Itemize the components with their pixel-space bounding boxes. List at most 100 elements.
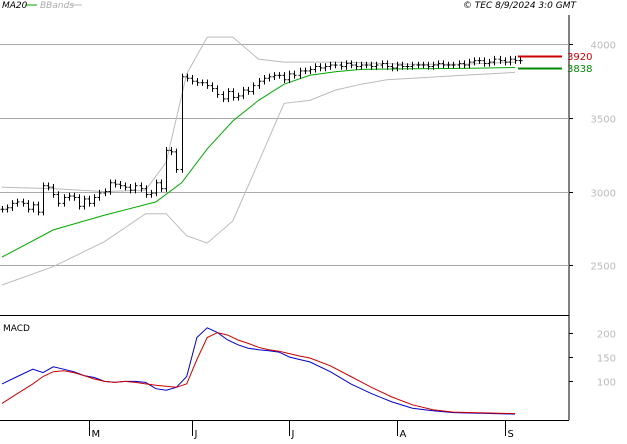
ohlc-bar (169, 147, 174, 156)
ohlc-bar (41, 182, 46, 216)
ohlc-bar (395, 61, 400, 72)
legend-ma20: MA20 (2, 1, 28, 11)
macd-tick-label: 150 (597, 354, 616, 365)
ohlc-bar (503, 57, 508, 66)
ohlc-bar (416, 61, 421, 69)
ohlc-bar (446, 61, 451, 69)
ohlc-bar (56, 191, 61, 207)
ohlc-bar (159, 179, 164, 192)
ohlc-bar (241, 86, 246, 100)
ohlc-bar (123, 182, 128, 191)
ohlc-bar (195, 77, 200, 86)
ohlc-bar (513, 55, 518, 64)
ohlc-bar (82, 195, 87, 210)
ohlc-bar (267, 73, 272, 82)
x-tick-label: J (194, 429, 198, 440)
ohlc-bar (128, 183, 133, 194)
ohlc-bar (303, 67, 308, 75)
ohlc-bar (205, 79, 210, 89)
ohlc-bar (339, 61, 344, 70)
ohlc-bar (308, 66, 313, 75)
ohlc-bar (62, 194, 67, 207)
ohlc-bar (210, 82, 215, 92)
macd-panel-label: MACD (3, 324, 30, 334)
macd-signal-line (1, 332, 516, 415)
copyright-text: © TEC 8/9/2024 3:0 GMT (463, 1, 578, 11)
bbands-lower-line (1, 71, 516, 286)
ohlc-bars (0, 55, 523, 216)
ohlc-bar (492, 55, 497, 66)
x-tick-label: J (291, 429, 295, 440)
ohlc-bar (118, 180, 123, 189)
ohlc-bar (15, 198, 20, 207)
x-tick-label: A (400, 429, 407, 440)
ohlc-bar (31, 201, 36, 213)
ohlc-bar (236, 92, 241, 101)
price-series (1, 36, 562, 286)
price-tick-label: 2500 (591, 262, 616, 273)
macd-macd-line (1, 327, 516, 415)
ohlc-bar (190, 75, 195, 85)
ohlc-bar (46, 182, 51, 191)
ohlc-bar (92, 194, 97, 207)
ohlc-bar (272, 72, 277, 81)
price-tick-label: 3000 (591, 189, 616, 200)
ohlc-bar (246, 86, 251, 95)
ohlc-bar (333, 61, 338, 69)
macd-series (1, 327, 516, 415)
legend: MA20 BBands (2, 1, 82, 11)
ohlc-bar (349, 60, 354, 69)
ohlc-bar (72, 192, 77, 201)
ohlc-bar (380, 60, 385, 69)
ohlc-bar (298, 67, 303, 79)
bbands-upper-line (1, 36, 516, 193)
ohlc-bar (292, 70, 297, 79)
ohlc-bar (36, 201, 41, 216)
ohlc-bar (113, 179, 118, 188)
macd-tick-label: 200 (597, 330, 616, 341)
ohlc-bar (221, 91, 226, 103)
price-tick-label: 4000 (591, 41, 616, 52)
ohlc-bar (508, 55, 513, 66)
ohlc-bar (313, 63, 318, 73)
ohlc-bar (323, 63, 328, 72)
axis-ticks (89, 44, 573, 436)
price-marker-label: 3838 (567, 64, 592, 75)
ohlc-bar (133, 182, 138, 194)
axis-labels: 2500 3000 3500 4000 100 150 200 M J J A S 39203838 (92, 41, 617, 441)
ohlc-bar (0, 206, 5, 213)
ohlc-bar (421, 61, 426, 69)
ohlc-bar (226, 88, 231, 103)
ohlc-bar (67, 192, 72, 201)
ohlc-bar (344, 60, 349, 70)
ohlc-bar (287, 70, 292, 83)
ohlc-bar (77, 194, 82, 210)
ohlc-bar (277, 72, 282, 79)
legend-bbands: BBands (40, 1, 74, 11)
ohlc-bar (200, 79, 205, 86)
ohlc-bar (477, 57, 482, 64)
ohlc-bar (518, 57, 523, 64)
ohlc-bar (231, 88, 236, 101)
ohlc-bar (318, 63, 323, 72)
ohlc-bar (451, 61, 456, 69)
ohlc-bar (385, 60, 390, 70)
ohlc-bar (482, 57, 487, 67)
ohlc-bar (10, 200, 15, 212)
ohlc-bar (26, 200, 31, 213)
ohlc-bar (282, 72, 287, 83)
macd-tick-label: 100 (597, 378, 616, 389)
ohlc-bar (251, 82, 256, 95)
ohlc-bar (87, 195, 92, 207)
ohlc-bar (174, 148, 179, 173)
stock-chart: 2500 3000 3500 4000 100 150 200 M J J A S 3920 3838 M… (0, 0, 627, 440)
ohlc-bar (390, 63, 395, 72)
price-marker-label: 3920 (567, 52, 592, 63)
x-tick-label: S (508, 429, 514, 440)
ohlc-bar (180, 73, 185, 173)
price-tick-label: 3500 (591, 115, 616, 126)
x-tick-label: M (92, 429, 101, 440)
chart-canvas: 2500 3000 3500 4000 100 150 200 M J J A S 39203838 M… (0, 1, 617, 441)
ohlc-bar (154, 179, 159, 197)
ohlc-bar (328, 61, 333, 70)
